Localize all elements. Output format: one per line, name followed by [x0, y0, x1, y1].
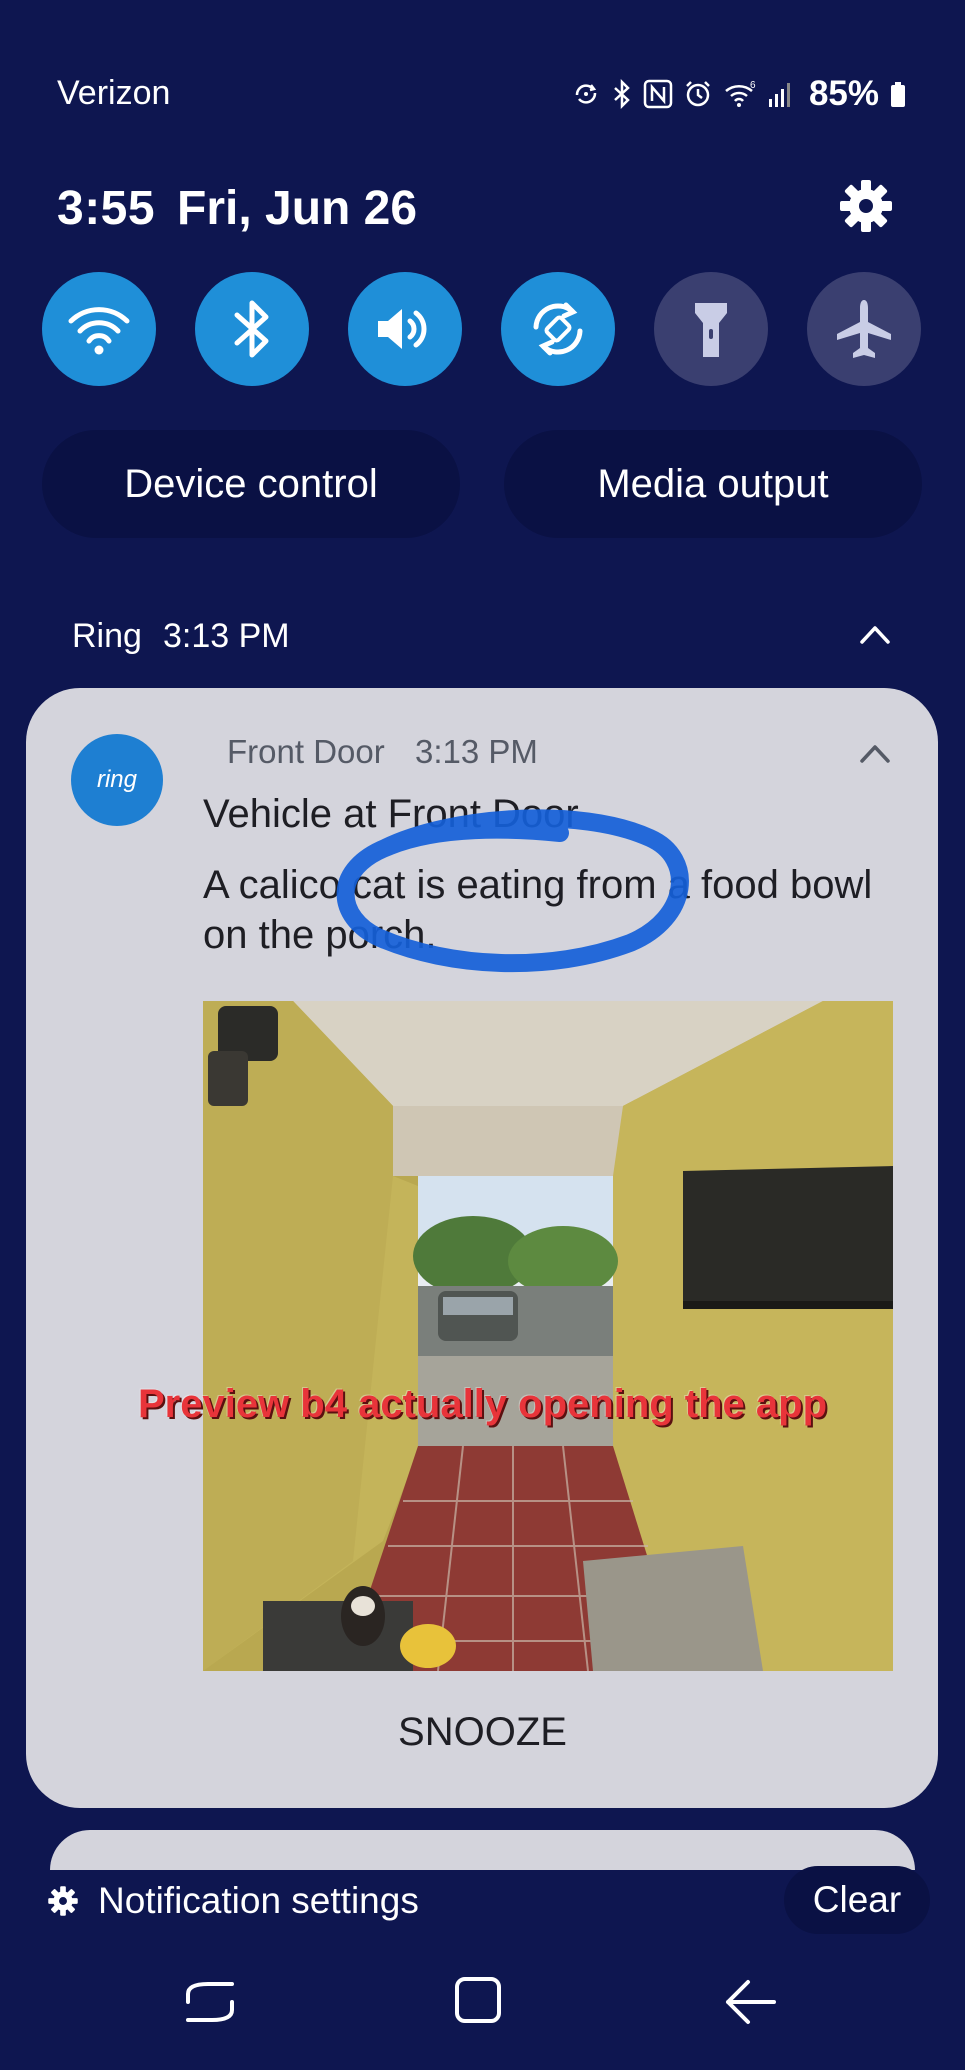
snooze-button[interactable]: SNOOZE — [380, 1710, 585, 1755]
flashlight-toggle[interactable] — [654, 272, 768, 386]
media-output-button[interactable]: Media output — [504, 430, 922, 538]
airplane-mode-toggle[interactable] — [807, 272, 921, 386]
home-icon[interactable] — [452, 1974, 504, 2026]
chevron-up-icon[interactable] — [858, 741, 892, 765]
carrier-name: Verizon — [57, 74, 171, 112]
porch-snapshot — [203, 1001, 893, 1671]
clock-date: Fri, Jun 26 — [177, 182, 418, 235]
hand-drawn-circle — [336, 809, 689, 973]
recent-apps-icon[interactable] — [182, 1976, 238, 2028]
status-icons: 6 85% — [571, 74, 907, 114]
signal-icon — [768, 83, 790, 107]
chevron-up-icon[interactable] — [858, 622, 892, 646]
speaker-icon — [378, 309, 427, 349]
notification-group-app: Ring — [72, 617, 142, 655]
battery-icon — [891, 82, 905, 107]
preview-overlay-caption: Preview b4 actually opening the app — [137, 1382, 828, 1426]
auto-rotate-icon — [533, 302, 583, 356]
sync-icon — [575, 84, 597, 104]
notification-settings-button[interactable]: Notification settings — [46, 1880, 419, 1922]
ring-logo-icon: ring — [71, 734, 163, 826]
gear-icon — [48, 1886, 78, 1916]
flashlight-icon — [695, 303, 727, 357]
wifi-icon: 6 — [725, 80, 756, 107]
battery-percent: 85% — [808, 74, 879, 113]
sound-toggle[interactable] — [348, 272, 462, 386]
settings-gear-icon[interactable] — [836, 176, 896, 236]
notification-settings-label: Notification settings — [98, 1880, 419, 1921]
next-notification-card[interactable] — [50, 1830, 915, 1870]
wifi-icon — [68, 307, 130, 355]
wifi-toggle[interactable] — [42, 272, 156, 386]
clock-time: 3:55 — [57, 182, 156, 235]
camera-preview-image[interactable] — [203, 1001, 893, 1671]
device-control-button[interactable]: Device control — [42, 430, 460, 538]
back-icon[interactable] — [722, 1976, 778, 2028]
notification-source: Front Door — [227, 733, 385, 770]
bluetooth-icon — [234, 300, 269, 358]
nfc-icon — [643, 79, 673, 109]
alarm-icon — [686, 81, 710, 107]
bluetooth-icon — [614, 79, 630, 109]
auto-rotate-toggle[interactable] — [501, 272, 615, 386]
ring-logo-text: ring — [96, 766, 138, 793]
bluetooth-toggle[interactable] — [195, 272, 309, 386]
notification-group-time: 3:13 PM — [163, 617, 290, 655]
notification-time: 3:13 PM — [415, 733, 538, 770]
svg-text:6: 6 — [750, 80, 756, 91]
clear-button[interactable]: Clear — [784, 1866, 930, 1934]
airplane-icon — [837, 300, 891, 358]
